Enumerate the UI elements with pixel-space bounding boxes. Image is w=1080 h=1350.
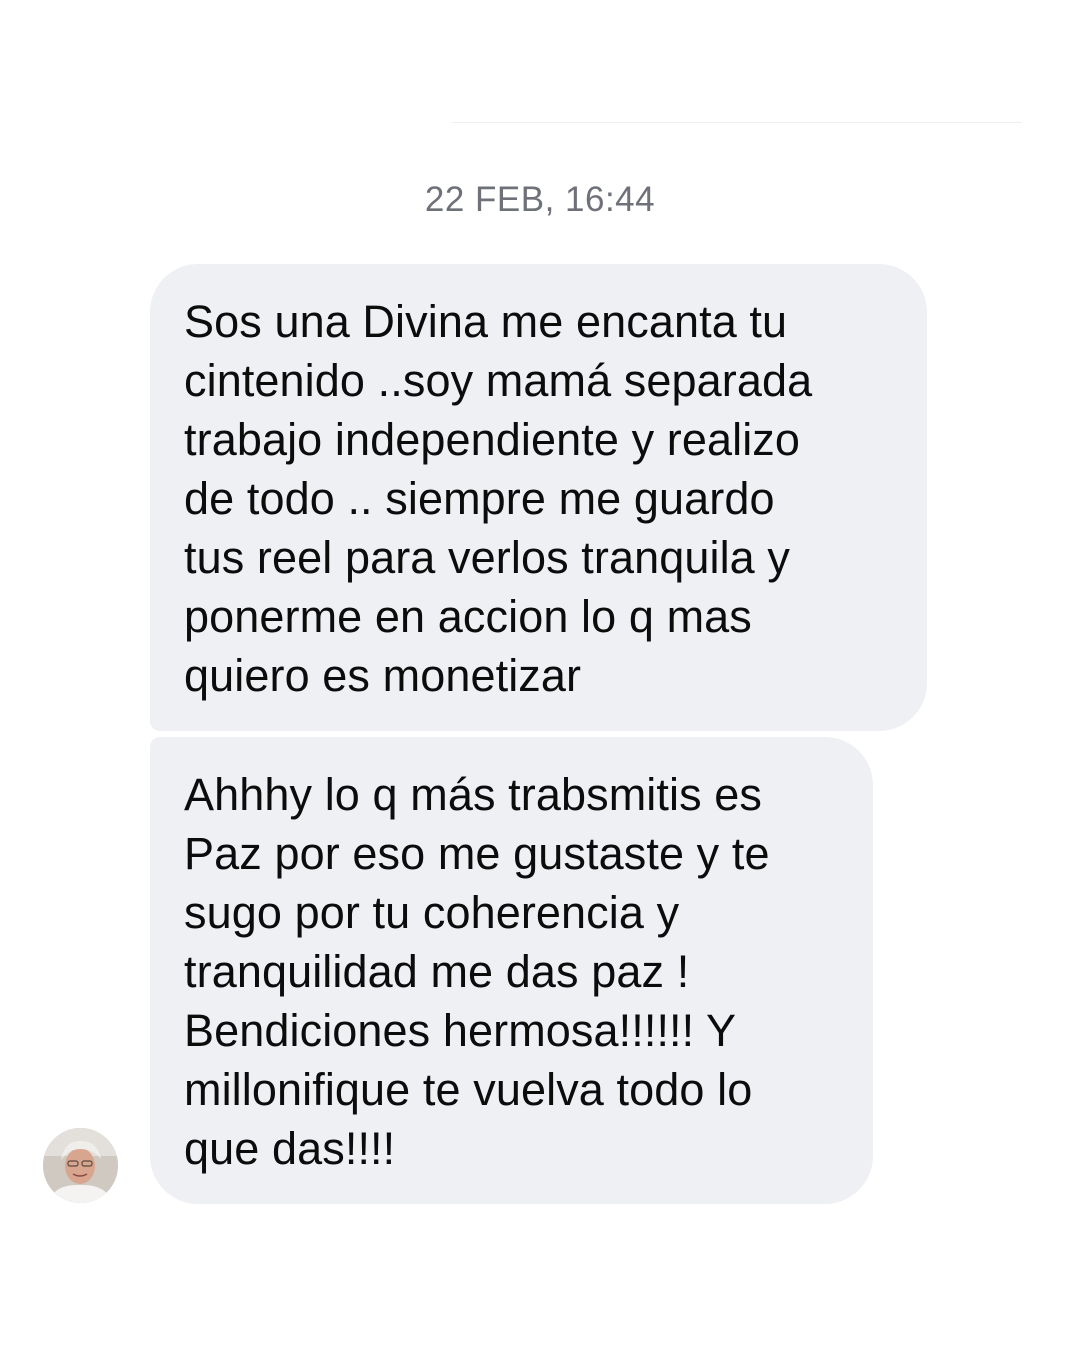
incoming-message-bubble[interactable]: Ahhhy lo q más trabsmitis es Paz por eso…	[150, 737, 873, 1204]
profile-photo-avatar-icon	[43, 1128, 118, 1203]
message-timestamp: 22 FEB, 16:44	[424, 180, 656, 219]
chat-screen: 22 FEB, 16:44 Sos una Divina me encanta …	[0, 0, 1080, 1350]
sender-avatar[interactable]	[43, 1128, 118, 1203]
incoming-message-bubble[interactable]: Sos una Divina me encanta tu cintenido .…	[150, 264, 927, 731]
header-divider	[452, 122, 1022, 123]
